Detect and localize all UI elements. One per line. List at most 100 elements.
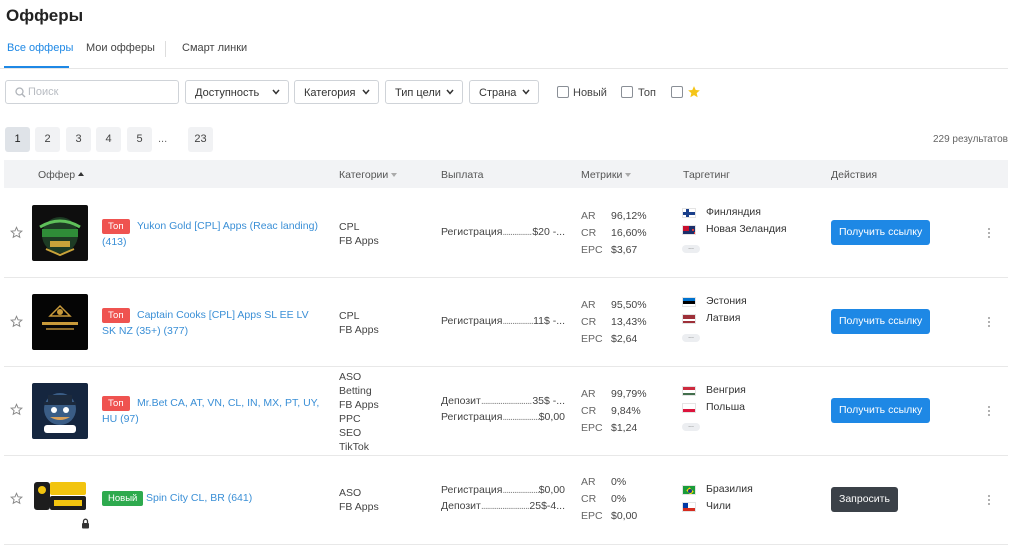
flag-hungary-icon: [682, 385, 696, 396]
category-item: FB Apps: [339, 324, 379, 336]
metric-epc: $2,64: [611, 333, 638, 345]
filter-new-checkbox[interactable]: [557, 86, 569, 98]
dropdown-label: Страна: [479, 87, 517, 99]
more-actions-icon[interactable]: [986, 228, 992, 240]
metric-label-ar: AR: [581, 299, 596, 311]
metric-label-epc: EPC: [581, 510, 603, 522]
offer-name-link[interactable]: Yukon Gold [CPL] Apps (Reac landing) (41…: [102, 218, 322, 250]
payout-list: Депозит.................................…: [441, 393, 565, 425]
column-header-metrics[interactable]: Метрики: [581, 169, 632, 181]
search-input[interactable]: [28, 82, 176, 102]
offer-name-link[interactable]: Spin City CL, BR (641): [102, 490, 322, 506]
category-item: SEO: [339, 427, 362, 439]
star-outline-icon[interactable]: [10, 492, 23, 505]
search-field: [5, 80, 179, 104]
request-access-button[interactable]: Запросить: [831, 487, 898, 512]
category-item: TikTok: [339, 441, 369, 453]
country-item: Чили: [682, 498, 753, 515]
get-link-button[interactable]: Получить ссылку: [831, 220, 931, 245]
page-button-2[interactable]: 2: [35, 127, 60, 152]
get-link-button[interactable]: Получить ссылку: [831, 398, 931, 423]
metric-cr: 13,43%: [611, 316, 647, 328]
metric-ar: 0%: [611, 476, 627, 488]
filter-new-label: Новый: [573, 87, 607, 99]
offer-name-link[interactable]: Mr.Bet CA, AT, VN, CL, IN, MX, PT, UY, H…: [102, 395, 322, 427]
page-button-5[interactable]: 5: [127, 127, 152, 152]
tab-my-offers[interactable]: Мои офферы: [86, 42, 155, 54]
metric-epc: $1,24: [611, 422, 638, 434]
payout-item: Регистрация.............................…: [441, 484, 565, 496]
page-button-last[interactable]: 23: [188, 127, 213, 152]
metric-label-cr: CR: [581, 405, 597, 417]
chevron-down-icon: [446, 89, 454, 95]
filter-category-dropdown[interactable]: Категория: [294, 80, 379, 104]
results-count: 229 результатов: [932, 134, 1008, 145]
targeting-list: Бразилия Чили: [682, 481, 753, 515]
column-header-categories[interactable]: Категории: [339, 169, 398, 181]
filter-favorite-checkbox[interactable]: [671, 86, 683, 98]
category-item: FB Apps: [339, 235, 379, 247]
country-item: Финляндия: [682, 204, 787, 221]
more-actions-icon[interactable]: [986, 406, 992, 418]
pagination-ellipsis: ...: [158, 133, 168, 145]
offer-name-link[interactable]: Captain Cooks [CPL] Apps SL EE LV SK NZ …: [102, 307, 322, 339]
category-item: PPC: [339, 413, 361, 425]
metric-epc: $0,00: [611, 510, 638, 522]
flag-poland-icon: [682, 402, 696, 413]
more-actions-icon[interactable]: [986, 495, 992, 507]
metric-label-epc: EPC: [581, 244, 603, 256]
metric-cr: 9,84%: [611, 405, 641, 417]
payout-list: Регистрация.............................…: [441, 224, 565, 240]
metric-label-cr: CR: [581, 493, 597, 505]
metric-label-epc: EPC: [581, 333, 603, 345]
tab-smart-links[interactable]: Смарт линки: [182, 42, 247, 54]
star-outline-icon[interactable]: [10, 226, 23, 239]
filter-goal-type-dropdown[interactable]: Тип цели: [385, 80, 463, 104]
page-button-3[interactable]: 3: [66, 127, 91, 152]
page-button-4[interactable]: 4: [96, 127, 121, 152]
country-item: Новая Зеландия: [682, 221, 787, 238]
lock-icon: [82, 518, 89, 529]
country-item: Венгрия: [682, 382, 746, 399]
star-outline-icon[interactable]: [10, 403, 23, 416]
sort-icon: [391, 173, 398, 177]
metrics-block: AR 96,12% CR 16,60% EPC $3,67: [581, 208, 647, 259]
tab-all-offers[interactable]: Все офферы: [7, 42, 73, 54]
payout-item: Регистрация.............................…: [441, 226, 565, 238]
categories-list: CPL FB Apps: [339, 220, 379, 248]
categories-list: ASO FB Apps: [339, 486, 379, 514]
payout-item: Регистрация.............................…: [441, 315, 565, 327]
more-countries-button[interactable]: ...: [682, 422, 700, 431]
more-countries-button[interactable]: ...: [682, 244, 700, 253]
more-countries-button[interactable]: ...: [682, 333, 700, 342]
column-header-offer[interactable]: Оффер: [38, 169, 85, 181]
page-title: Офферы: [6, 6, 84, 25]
country-item: Латвия: [682, 310, 747, 327]
category-item: FB Apps: [339, 399, 379, 411]
targeting-list: Финляндия Новая Зеландия ...: [682, 204, 787, 255]
payout-item: Депозит.................................…: [441, 500, 565, 512]
filter-availability-dropdown[interactable]: Доступность: [185, 80, 289, 104]
filter-country-dropdown[interactable]: Страна: [469, 80, 539, 104]
flag-chile-icon: [682, 501, 696, 512]
targeting-list: Венгрия Польша ...: [682, 382, 746, 433]
star-outline-icon[interactable]: [10, 315, 23, 328]
sort-icon: [625, 173, 632, 177]
targeting-list: Эстония Латвия ...: [682, 293, 747, 344]
more-actions-icon[interactable]: [986, 317, 992, 329]
get-link-button[interactable]: Получить ссылку: [831, 309, 931, 334]
filter-top-checkbox[interactable]: [621, 86, 633, 98]
payout-list: Регистрация.............................…: [441, 313, 565, 329]
metric-label-ar: AR: [581, 388, 596, 400]
tab-bar: Все офферы Мои офферы Смарт линки: [0, 36, 1008, 69]
page-button-1[interactable]: 1: [5, 127, 30, 152]
column-header-actions: Действия: [831, 169, 878, 181]
mr-bet-logo: [32, 383, 88, 439]
table-row: Топ Mr.Bet CA, AT, VN, CL, IN, MX, PT, U…: [4, 367, 1008, 456]
categories-list: CPL FB Apps: [339, 309, 379, 337]
active-tab-indicator: [4, 66, 69, 68]
captain-cooks-logo: [32, 294, 88, 350]
chevron-down-icon: [272, 89, 280, 95]
filter-top-label: Топ: [638, 87, 656, 99]
flag-brazil-icon: [682, 484, 696, 495]
